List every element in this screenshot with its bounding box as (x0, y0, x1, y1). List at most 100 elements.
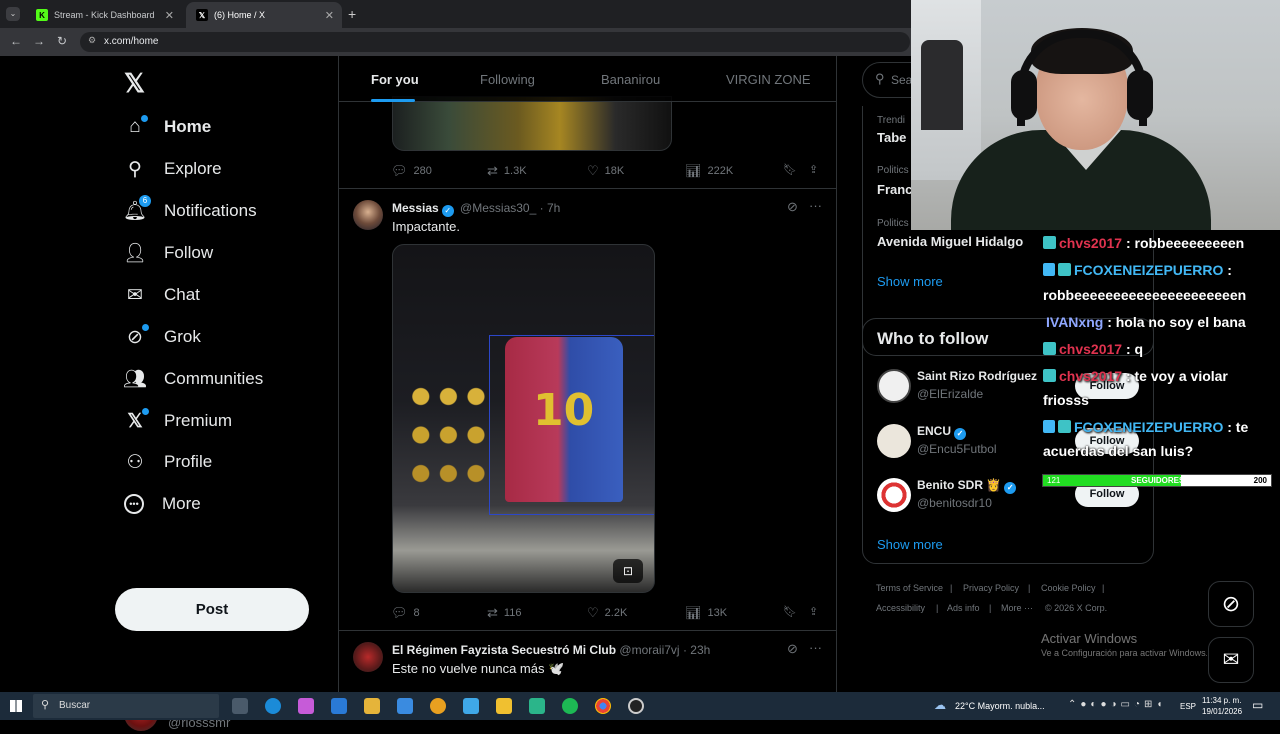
tweet-time[interactable]: 23h (690, 643, 710, 657)
weather-text[interactable]: 22°C Mayorm. nubla... (955, 701, 1045, 711)
obs-icon[interactable] (628, 698, 644, 714)
avatar[interactable] (877, 424, 911, 458)
footer-more[interactable]: More ··· (1001, 603, 1033, 613)
tweet-time[interactable]: 7h (547, 201, 560, 215)
taskbar-search-input[interactable]: ⚲ Buscar (33, 694, 219, 718)
notification-center-icon[interactable]: ▭ (1252, 698, 1263, 712)
avatar[interactable] (877, 478, 911, 512)
forward-icon[interactable]: → (33, 34, 45, 48)
new-tab-button[interactable]: + (348, 6, 356, 22)
grok-icon[interactable]: ⊘ (787, 199, 798, 215)
folder-icon[interactable] (496, 698, 512, 714)
footer-accessibility[interactable]: Accessibility (876, 603, 925, 613)
tab-list-button[interactable]: ⌄ (6, 7, 20, 21)
bookmark-icon[interactable]: 🔖︎ (783, 605, 797, 618)
post-button[interactable]: Post (115, 588, 309, 631)
store-icon[interactable] (364, 698, 380, 714)
avatar[interactable] (353, 200, 383, 230)
clock-date[interactable]: 19/01/2026 (1202, 707, 1242, 716)
url-input[interactable]: ⚙ x.com/home (80, 32, 910, 52)
share-icon[interactable]: ⇪ (809, 163, 818, 176)
grok-analyze-icon[interactable]: ⊡ (613, 559, 643, 583)
nav-home[interactable]: ⌂ Home (124, 109, 211, 145)
footer-privacy[interactable]: Privacy Policy (963, 583, 1019, 593)
tab-following[interactable]: Following (480, 72, 535, 87)
vscode-icon[interactable] (397, 698, 413, 714)
avatar[interactable] (877, 369, 911, 403)
left-sidebar: 𝕏 ⌂ Home ⚲ Explore 🔔︎ 6 Notifications 👤︎ … (0, 56, 338, 731)
more-icon[interactable]: ··· (809, 198, 822, 213)
tab-for-you[interactable]: For you (371, 72, 419, 87)
nav-follow-label: Follow (164, 243, 214, 262)
tab-virgin-zone[interactable]: VIRGIN ZONE (726, 72, 811, 87)
views-button[interactable]: 📊︎ 13K (685, 605, 727, 621)
suggestion-name[interactable]: ENCU ✓ (917, 424, 969, 440)
heart-icon: ♡ (587, 163, 599, 178)
bookmark-icon[interactable]: 🔖︎ (783, 163, 797, 176)
tweet-media[interactable] (392, 96, 672, 151)
nav-more[interactable]: ••• More (124, 486, 201, 522)
windows-taskbar: ⚲ Buscar ☁ 22°C Mayorm. nubla... ⌃●◐●◑▭◔… (0, 692, 1280, 720)
footer-terms[interactable]: Terms of Service (876, 583, 943, 593)
language-indicator[interactable]: ESP (1180, 702, 1196, 711)
task-view-icon[interactable] (232, 698, 248, 714)
activate-windows-title: Activar Windows (1041, 631, 1138, 646)
nav-notifications[interactable]: 🔔︎ 6 Notifications (123, 193, 257, 229)
nav-profile[interactable]: ⚇ Profile (124, 444, 212, 480)
show-more-link[interactable]: Show more (877, 274, 943, 289)
nav-communities[interactable]: 👥︎ Communities (123, 361, 263, 397)
trend-item[interactable]: Avenida Miguel Hidalgo (877, 234, 1023, 249)
nav-follow[interactable]: 👤︎ Follow (123, 235, 214, 271)
reply-button[interactable]: 💬︎ 8 (391, 605, 420, 621)
views-button[interactable]: 📊︎ 222K (685, 163, 733, 179)
suggestion-name[interactable]: Saint Rizo Rodríguez (917, 369, 1037, 383)
x-logo-icon[interactable]: 𝕏 (124, 68, 145, 99)
outlook-icon[interactable] (331, 698, 347, 714)
tweet-author-handle[interactable]: @Messias30_ (460, 201, 536, 215)
tweet-media[interactable]: 10 ⊡ (392, 244, 655, 593)
share-icon[interactable]: ⇪ (809, 605, 818, 618)
windows-start-icon[interactable] (10, 700, 22, 712)
tweet-author-name[interactable]: El Régimen Fayzista Secuestró Mi Club (392, 643, 616, 657)
close-icon[interactable]: ✕ (165, 9, 174, 22)
tab-x[interactable]: 𝕏 (6) Home / X ✕ (186, 2, 342, 28)
reply-button[interactable]: 💬︎ 280 (391, 163, 432, 179)
close-icon[interactable]: ✕ (325, 9, 334, 22)
nav-grok[interactable]: ⊘ Grok (124, 319, 201, 355)
tweet-author-handle[interactable]: @moraii7vj (619, 643, 679, 657)
suggestion-name[interactable]: Benito SDR 👸 ✓ (917, 478, 1019, 494)
avatar[interactable] (353, 642, 383, 672)
like-button[interactable]: ♡ 18K (587, 163, 624, 179)
edge-icon[interactable] (265, 698, 281, 714)
app-icon[interactable] (529, 698, 545, 714)
repost-button[interactable]: ⇄ 1.3K (487, 163, 527, 179)
like-button[interactable]: ♡ 2.2K (587, 605, 627, 621)
nav-premium[interactable]: 𝕏 Premium (124, 403, 232, 439)
tray-icons[interactable]: ⌃●◐●◑▭◔⊞◖ (1068, 699, 1166, 710)
chrome-icon[interactable] (595, 698, 611, 714)
messages-floating-button[interactable]: ✉ (1208, 637, 1254, 683)
more-icon[interactable]: ··· (809, 640, 822, 655)
spotify-icon[interactable] (562, 698, 578, 714)
grok-icon[interactable]: ⊘ (787, 641, 798, 657)
grok-floating-button[interactable]: ⊘ (1208, 581, 1254, 627)
repost-button[interactable]: ⇄ 116 (487, 605, 521, 621)
app-icon[interactable] (430, 698, 446, 714)
photos-icon[interactable] (463, 698, 479, 714)
footer-cookie[interactable]: Cookie Policy (1041, 583, 1096, 593)
tweet-author-name[interactable]: Messias (392, 201, 439, 215)
trend-item[interactable]: Tabe (877, 130, 906, 145)
show-more-link[interactable]: Show more (877, 537, 943, 552)
tab-bananirou[interactable]: Bananirou (601, 72, 660, 87)
reload-icon[interactable]: ↻ (57, 34, 67, 48)
copilot-icon[interactable] (298, 698, 314, 714)
tab-kick[interactable]: K Stream - Kick Dashboard ✕ (26, 2, 182, 28)
who-to-follow-title: Who to follow (877, 329, 989, 348)
footer-ads[interactable]: Ads info (947, 603, 980, 613)
clock-time[interactable]: 11:34 p. m. (1202, 696, 1241, 705)
nav-explore[interactable]: ⚲ Explore (124, 151, 222, 187)
weather-icon[interactable]: ☁ (934, 698, 946, 712)
site-info-icon[interactable]: ⚙ (88, 35, 96, 46)
nav-chat[interactable]: ✉ Chat (124, 277, 200, 313)
back-icon[interactable]: ← (10, 34, 22, 48)
